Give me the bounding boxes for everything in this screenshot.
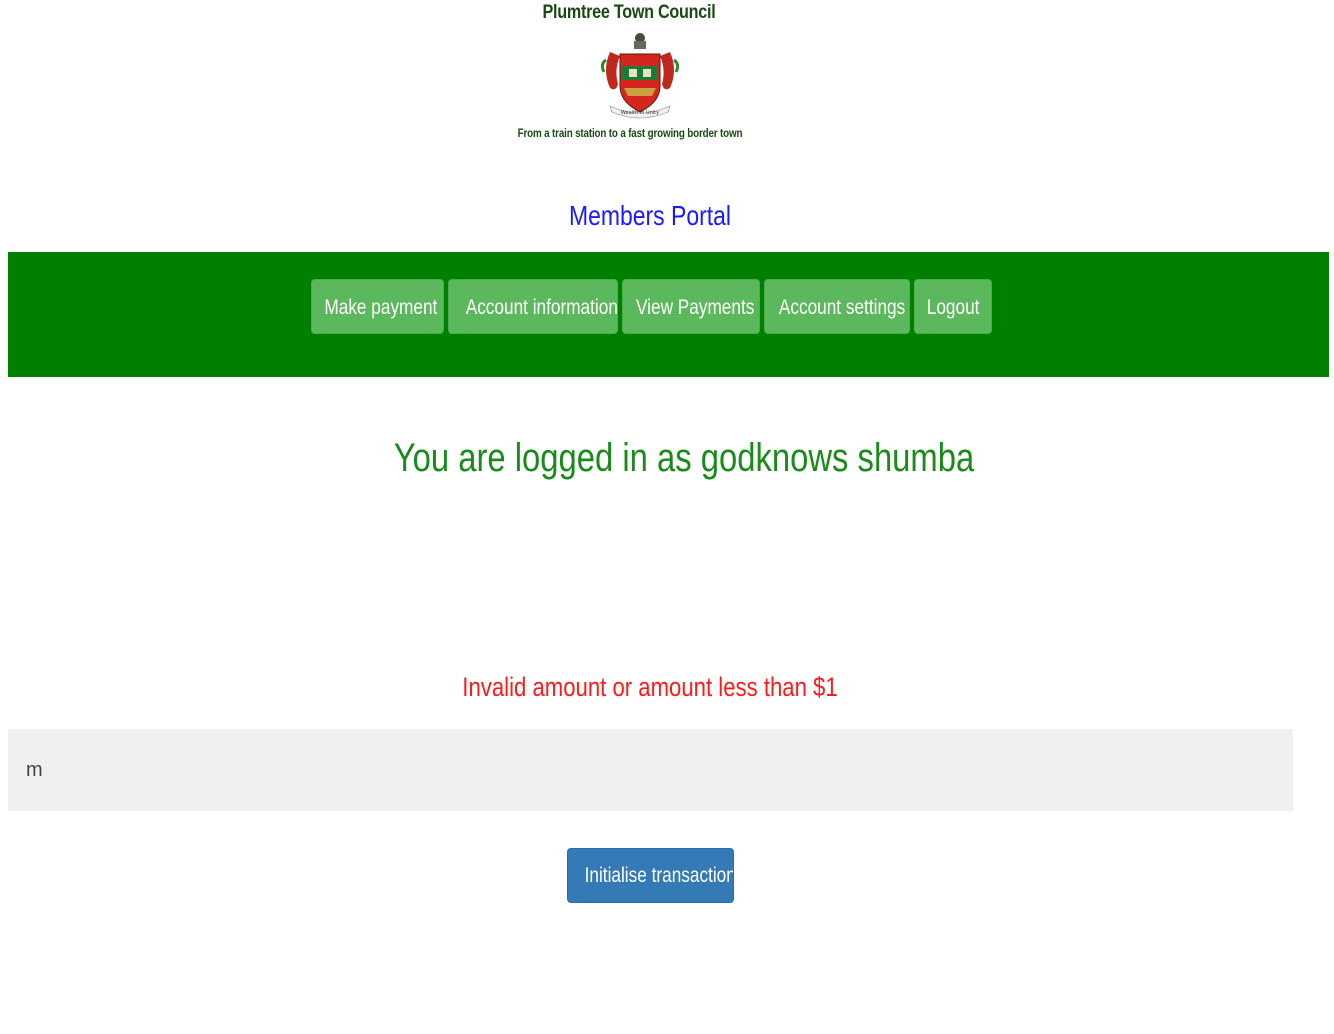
amount-input[interactable] [8,729,1293,811]
page-title: Members Portal [568,200,732,231]
nav-account-settings-button[interactable]: Account settings [764,279,910,334]
initialise-transaction-button[interactable]: Initialise transaction [567,848,734,903]
main-nav: Make payment Account information View Pa… [8,252,1329,377]
error-message: Invalid amount or amount less than $1 [462,672,838,702]
coat-of-arms-icon: Wealth in Unity [600,33,680,119]
logged-in-status: You are logged in as godknows shumba [393,436,975,480]
nav-account-information-button[interactable]: Account information [448,279,618,334]
nav-make-payment-button[interactable]: Make payment [311,279,444,334]
svg-text:Wealth in Unity: Wealth in Unity [621,110,659,116]
org-name: Plumtree Town Council [542,2,716,23]
org-tagline: From a train station to a fast growing b… [517,126,743,140]
nav-view-payments-button[interactable]: View Payments [622,279,760,334]
nav-logout-button[interactable]: Logout [914,279,992,334]
page: Plumtree Town Council Wealth in Unity Fr… [0,0,1334,1034]
